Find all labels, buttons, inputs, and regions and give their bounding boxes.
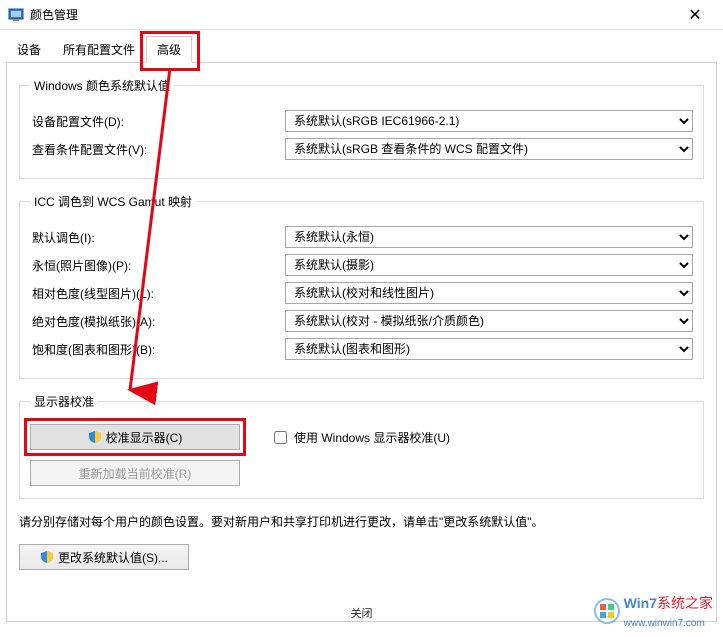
group-icc-gamut-legend: ICC 调色到 WCS Gamut 映射 — [30, 193, 196, 210]
use-wcs-checkbox-wrap[interactable]: 使用 Windows 显示器校准(U) — [270, 428, 450, 447]
watermark-brand-cn: 系统之家 — [657, 595, 713, 611]
reload-calibration-button: 重新加载当前校准(R) — [30, 460, 240, 486]
group-windows-defaults-legend: Windows 颜色系统默认值 — [30, 77, 174, 94]
default-intent-select[interactable]: 系统默认(永恒) — [285, 226, 693, 248]
shield-icon — [88, 430, 102, 444]
calibrate-display-label: 校准显示器(C) — [106, 429, 183, 446]
note-text: 请分别存储对每个用户的颜色设置。要对新用户和共享打印机进行更改，请单击"更改系统… — [19, 513, 704, 530]
viewing-profile-label: 查看条件配置文件(V): — [30, 141, 285, 158]
viewing-profile-select[interactable]: 系统默认(sRGB 查看条件的 WCS 配置文件) — [285, 138, 693, 160]
use-wcs-checkbox[interactable] — [274, 431, 287, 444]
shield-icon — [40, 550, 54, 564]
saturation-label: 饱和度(图表和图形)(B): — [30, 341, 285, 358]
group-display-calibration-legend: 显示器校准 — [30, 393, 98, 410]
tab-strip: 设备 所有配置文件 高级 — [0, 30, 723, 63]
device-profile-label: 设备配置文件(D): — [30, 113, 285, 130]
absolute-label: 绝对色度(模拟纸张)(A): — [30, 313, 285, 330]
device-profile-select[interactable]: 系统默认(sRGB IEC61966-2.1) — [285, 110, 693, 132]
calibrate-display-button[interactable]: 校准显示器(C) — [30, 424, 240, 450]
change-system-defaults-button[interactable]: 更改系统默认值(S)... — [19, 544, 189, 570]
reload-calibration-label: 重新加载当前校准(R) — [79, 465, 192, 482]
perceptual-select[interactable]: 系统默认(摄影) — [285, 254, 693, 276]
relative-select[interactable]: 系统默认(校对和线性图片) — [285, 282, 693, 304]
default-intent-label: 默认调色(I): — [30, 229, 285, 246]
saturation-select[interactable]: 系统默认(图表和图形) — [285, 338, 693, 360]
tab-device[interactable]: 设备 — [6, 36, 52, 63]
watermark-url: www.winwin7.com — [624, 618, 705, 629]
tab-advanced[interactable]: 高级 — [146, 36, 192, 63]
group-icc-gamut: ICC 调色到 WCS Gamut 映射 默认调色(I):系统默认(永恒) 永恒… — [19, 193, 704, 379]
watermark-brand-en: Win7 — [624, 595, 657, 611]
app-icon — [8, 7, 24, 23]
group-windows-defaults: Windows 颜色系统默认值 设备配置文件(D): 系统默认(sRGB IEC… — [19, 77, 704, 179]
perceptual-label: 永恒(照片图像)(P): — [30, 257, 285, 274]
close-button[interactable]: ✕ — [675, 5, 715, 25]
window-title: 颜色管理 — [30, 6, 78, 23]
watermark: Win7系统之家 www.winwin7.com — [594, 593, 713, 629]
change-system-defaults-label: 更改系统默认值(S)... — [58, 549, 168, 566]
relative-label: 相对色度(线型图片)(L): — [30, 285, 285, 302]
group-display-calibration: 显示器校准 校准显示器(C) 使用 Windows 显示器校准(U) 重新加载当… — [19, 393, 704, 499]
absolute-select[interactable]: 系统默认(校对 - 模拟纸张/介质颜色) — [285, 310, 693, 332]
use-wcs-label: 使用 Windows 显示器校准(U) — [294, 429, 450, 446]
footer-close-text: 关闭 — [351, 605, 373, 621]
tab-all-profiles[interactable]: 所有配置文件 — [52, 36, 146, 63]
titlebar: 颜色管理 ✕ — [0, 0, 723, 30]
windows-flag-icon — [594, 598, 620, 624]
advanced-panel: Windows 颜色系统默认值 设备配置文件(D): 系统默认(sRGB IEC… — [6, 62, 717, 622]
